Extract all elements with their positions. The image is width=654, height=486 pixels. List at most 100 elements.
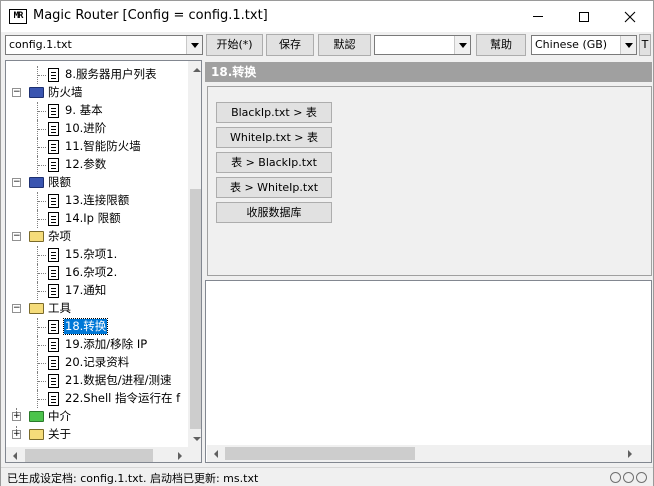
status-led-icon (610, 472, 621, 483)
maximize-button[interactable] (561, 1, 607, 32)
output-textarea[interactable] (205, 280, 652, 463)
window-title: Magic Router [Config = config.1.txt] (33, 8, 268, 23)
status-indicators (610, 472, 647, 483)
scroll-corner (638, 445, 651, 462)
document-icon (48, 140, 59, 154)
expand-icon[interactable]: + (12, 430, 21, 439)
shrink-database-button[interactable]: 收服数据库 (216, 202, 332, 223)
tree-group[interactable]: − 限额 (6, 174, 187, 192)
collapse-icon[interactable]: − (12, 178, 21, 187)
close-button[interactable] (607, 1, 653, 32)
status-text: 已生成设定档: config.1.txt. 启动档已更新: ms.txt (7, 472, 259, 485)
maximize-icon (579, 11, 589, 22)
tree-horizontal-scrollbar[interactable] (6, 447, 188, 462)
document-icon (48, 356, 59, 370)
whiteip-to-table-button[interactable]: WhiteIp.txt > 表 (216, 127, 332, 148)
scroll-thumb[interactable] (225, 447, 415, 460)
table-to-whiteip-button[interactable]: 表 > WhiteIp.txt (216, 177, 332, 198)
minimize-button[interactable] (515, 1, 561, 32)
scroll-up-icon[interactable] (188, 61, 201, 78)
tree-item[interactable]: 8.服务器用户列表 (6, 66, 187, 84)
tree-group[interactable]: + 中介 (6, 408, 187, 426)
tree-item[interactable]: 15.杂项1. (6, 246, 187, 264)
tree-item[interactable]: 14.Ip 限额 (6, 210, 187, 228)
scroll-left-icon[interactable] (6, 447, 23, 462)
tree-item-label: 8.服务器用户列表 (65, 67, 157, 81)
app-window: MR Magic Router [Config = config.1.txt] … (0, 0, 654, 486)
tree-item[interactable]: 19.添加/移除 IP (6, 336, 187, 354)
collapse-icon[interactable]: − (12, 304, 21, 313)
status-led-icon (623, 472, 634, 483)
tree-item[interactable]: 12.参数 (6, 156, 187, 174)
tree-item[interactable]: 17.通知 (6, 282, 187, 300)
tree-item[interactable]: 18.转换 (6, 318, 187, 336)
tree-vertical-scrollbar[interactable] (188, 61, 201, 447)
document-icon (48, 122, 59, 136)
table-to-blackip-button[interactable]: 表 > BlackIp.txt (216, 152, 332, 173)
config-select-value: config.1.txt (9, 38, 72, 51)
scroll-thumb[interactable] (25, 449, 153, 462)
tree-item[interactable]: 16.杂项2. (6, 264, 187, 282)
tree-group[interactable]: + 关于 (6, 426, 187, 444)
document-icon (48, 320, 59, 334)
tree-item[interactable]: 21.数据包/进程/测速 (6, 372, 187, 390)
tree-item-label: 14.Ip 限额 (65, 211, 121, 225)
tree-item[interactable]: 22.Shell 指令运行在 f (6, 390, 187, 408)
tree-item-label: 16.杂项2. (65, 265, 118, 279)
save-button[interactable]: 保存 (266, 34, 314, 56)
chevron-down-icon[interactable] (620, 36, 636, 54)
scroll-right-icon[interactable] (621, 445, 638, 462)
chevron-down-icon[interactable] (454, 36, 470, 54)
title-bar[interactable]: MR Magic Router [Config = config.1.txt] (1, 1, 653, 32)
output-horizontal-scrollbar[interactable] (207, 445, 638, 462)
close-icon (624, 11, 636, 22)
document-icon (48, 338, 59, 352)
tree-item-label: 关于 (48, 427, 71, 441)
document-icon (48, 212, 59, 226)
document-icon (48, 104, 59, 118)
folder-icon (29, 231, 44, 242)
conversion-panel: BlackIp.txt > 表 WhiteIp.txt > 表 表 > Blac… (207, 86, 652, 276)
document-icon (48, 248, 59, 262)
start-button[interactable]: 开始(*) (206, 34, 263, 56)
expand-icon[interactable]: + (12, 412, 21, 421)
scroll-left-icon[interactable] (207, 445, 224, 462)
tree-item-label: 18.转换 (62, 318, 109, 335)
tree-item-label: 21.数据包/进程/测速 (65, 373, 172, 387)
content-pane: 18.转换 BlackIp.txt > 表 WhiteIp.txt > 表 表 … (205, 60, 652, 463)
tree-item-label: 19.添加/移除 IP (65, 337, 148, 351)
app-logo-icon: MR (9, 9, 27, 24)
scroll-right-icon[interactable] (171, 447, 188, 462)
help-button[interactable]: 幫助 (476, 34, 526, 56)
folder-blue-icon (29, 177, 44, 188)
tree-group[interactable]: − 工具 (6, 300, 187, 318)
tree-group[interactable]: − 杂项 (6, 228, 187, 246)
tree-item[interactable]: 11.智能防火墙 (6, 138, 187, 156)
scroll-thumb[interactable] (190, 189, 201, 429)
config-select[interactable]: config.1.txt (5, 35, 203, 55)
scroll-down-icon[interactable] (188, 430, 201, 447)
tree-item[interactable]: 13.连接限额 (6, 192, 187, 210)
language-select[interactable]: Chinese (GB) (531, 35, 637, 55)
tree-group[interactable]: − 防火墙 (6, 84, 187, 102)
tree-item[interactable]: 9. 基本 (6, 102, 187, 120)
navigation-tree[interactable]: 8.服务器用户列表 − 防火墙 9. 基本 10.进阶 11.智能防火墙 12.参数 − 限额 1… (5, 60, 202, 463)
extra-button[interactable]: T (639, 34, 651, 56)
toolbar: config.1.txt 开始(*) 保存 默認 幫助 Chinese (GB)… (1, 33, 653, 57)
chevron-down-icon[interactable] (186, 36, 202, 54)
collapse-icon[interactable]: − (12, 88, 21, 97)
tree-item-label: 12.参数 (65, 157, 107, 171)
collapse-icon[interactable]: − (12, 232, 21, 241)
default-button[interactable]: 默認 (318, 34, 371, 56)
tree-item[interactable]: 10.进阶 (6, 120, 187, 138)
tree-item[interactable]: 20.记录资料 (6, 354, 187, 372)
tree-item-label: 22.Shell 指令运行在 f (65, 391, 181, 405)
document-icon (48, 374, 59, 388)
secondary-select[interactable] (374, 35, 471, 55)
document-icon (48, 158, 59, 172)
blackip-to-table-button[interactable]: BlackIp.txt > 表 (216, 102, 332, 123)
language-select-value: Chinese (GB) (535, 38, 608, 51)
folder-icon (29, 429, 44, 440)
tree-item-label: 15.杂项1. (65, 247, 118, 261)
tree-item-label: 9. 基本 (65, 103, 103, 117)
